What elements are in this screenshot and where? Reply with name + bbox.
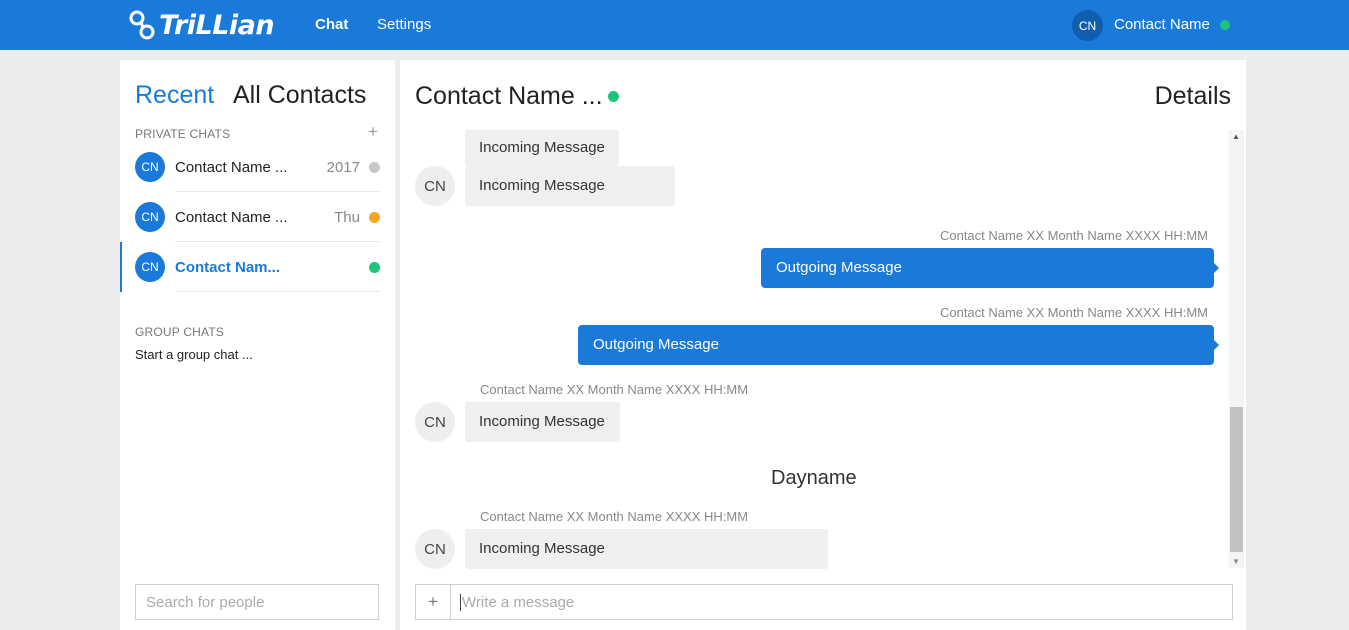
tab-all-contacts[interactable]: All Contacts <box>233 81 366 110</box>
scrollbar-thumb[interactable] <box>1230 407 1243 552</box>
day-separator: Dayname <box>771 467 857 489</box>
logo-text: TriLLian <box>159 9 275 41</box>
chat-list-item[interactable]: CN Contact Name ... 2017 <box>120 142 395 192</box>
message-meta: Contact Name XX Month Name XXXX HH:MM <box>480 509 749 524</box>
status-dot <box>369 162 380 173</box>
message-meta: Contact Name XX Month Name XXXX HH:MM <box>939 228 1208 243</box>
trillian-logo-icon <box>129 10 155 40</box>
outgoing-message: Outgoing Message <box>578 325 1219 365</box>
private-chats-label: PRIVATE CHATS <box>135 127 231 141</box>
start-group-chat-link[interactable]: Start a group chat ... <box>135 347 253 362</box>
group-chats-label: GROUP CHATS <box>135 325 225 339</box>
tab-recent[interactable]: Recent <box>135 81 214 110</box>
user-status-dot <box>1220 20 1230 30</box>
chat-time: 2017 <box>326 159 360 176</box>
message-scrollbar[interactable]: ▲ ▼ <box>1229 130 1244 568</box>
avatar: CN <box>135 252 165 282</box>
outgoing-message: Outgoing Message <box>761 248 1219 288</box>
nav-chat[interactable]: Chat <box>315 16 348 33</box>
trillian-logo[interactable]: TriLLian <box>128 8 275 42</box>
message-composer: + Write a message <box>415 584 1233 620</box>
chat-contact-name: Contact Nam... <box>175 259 281 276</box>
sidebar: Recent All Contacts PRIVATE CHATS + CN C… <box>120 60 395 630</box>
message-meta: Contact Name XX Month Name XXXX HH:MM <box>939 305 1208 320</box>
chat-contact-name: Contact Name ... <box>175 159 288 176</box>
conversation-panel: Contact Name ... Details Incoming Messag… <box>400 60 1246 630</box>
nav-settings[interactable]: Settings <box>377 16 431 33</box>
avatar: CN <box>415 402 455 442</box>
status-dot <box>369 262 380 273</box>
chat-time: Thu <box>334 209 360 226</box>
incoming-message: Incoming Message <box>465 166 675 206</box>
avatar: CN <box>135 152 165 182</box>
avatar: CN <box>135 202 165 232</box>
attach-plus-icon[interactable]: + <box>416 585 451 619</box>
conversation-title: Contact Name ... <box>415 82 603 110</box>
user-name[interactable]: Contact Name <box>1114 16 1210 33</box>
message-meta: Contact Name XX Month Name XXXX HH:MM <box>480 382 749 397</box>
search-people-input[interactable]: Search for people <box>135 584 379 620</box>
message-input[interactable]: Write a message <box>460 594 574 611</box>
incoming-message: Incoming Message <box>465 402 620 442</box>
incoming-message: Incoming Message <box>465 529 828 569</box>
details-button[interactable]: Details <box>1155 82 1231 111</box>
incoming-message: Incoming Message <box>465 130 619 166</box>
conversation-status-dot <box>608 91 619 102</box>
status-dot <box>369 212 380 223</box>
chat-contact-name: Contact Name ... <box>175 209 288 226</box>
add-chat-icon[interactable]: + <box>368 123 378 140</box>
top-bar: TriLLian Chat Settings CN Contact Name <box>0 0 1349 50</box>
avatar: CN <box>415 529 455 569</box>
user-avatar[interactable]: CN <box>1072 10 1103 41</box>
scroll-up-arrow-icon[interactable]: ▲ <box>1232 132 1240 141</box>
avatar: CN <box>415 166 455 206</box>
chat-list-item[interactable]: CN Contact Name ... Thu <box>120 192 395 242</box>
scroll-down-arrow-icon[interactable]: ▼ <box>1232 557 1240 566</box>
chat-list-item-active[interactable]: CN Contact Nam... <box>120 242 395 292</box>
divider <box>177 291 380 292</box>
